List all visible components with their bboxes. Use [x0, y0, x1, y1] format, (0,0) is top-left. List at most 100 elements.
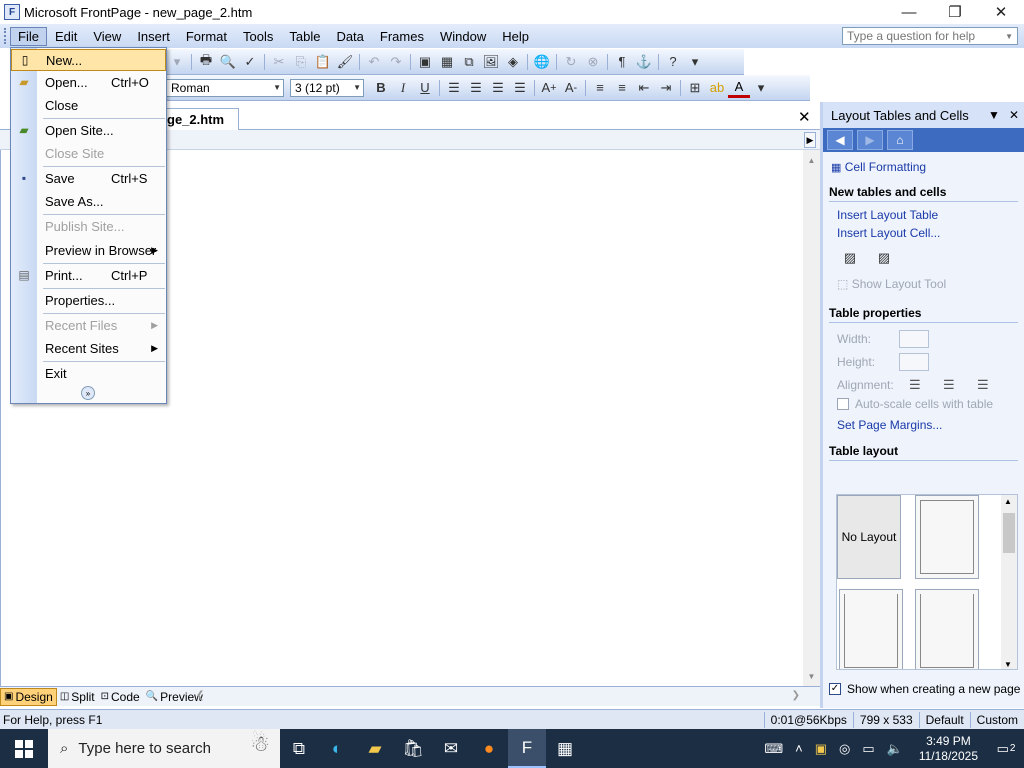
close-button[interactable]: ✕ — [978, 0, 1024, 24]
drawing-icon[interactable]: ◈ — [502, 52, 524, 72]
show-when-creating-option[interactable]: ✓ Show when creating a new page — [829, 682, 1020, 696]
tab-split[interactable]: ◫ Split — [57, 688, 98, 706]
refresh-icon[interactable]: ↻ — [560, 52, 582, 72]
forward-icon[interactable]: ▶ — [857, 130, 883, 150]
camera-icon[interactable]: ◎ — [833, 741, 856, 757]
tab-design[interactable]: ▣ Design — [0, 687, 57, 706]
spelling-icon[interactable]: ✓ — [239, 52, 261, 72]
task-pane-close-icon[interactable]: ✕ — [1004, 108, 1024, 122]
menu-item-save-as[interactable]: Save As... — [11, 190, 166, 212]
menu-data[interactable]: Data — [328, 27, 371, 46]
layout-single[interactable] — [915, 495, 979, 579]
close-document-icon[interactable]: ✕ — [798, 108, 811, 126]
network-icon[interactable]: ▭ — [856, 741, 880, 757]
autoscale-option[interactable]: Auto-scale cells with table — [829, 396, 1024, 412]
align-left-icon[interactable]: ☰ — [909, 377, 933, 393]
restore-button[interactable]: ❐ — [932, 0, 978, 24]
start-button[interactable] — [0, 729, 48, 768]
insert-layer-icon[interactable]: ⧉ — [458, 52, 480, 72]
chevron-right-icon[interactable]: ▶ — [804, 132, 816, 148]
menu-help[interactable]: Help — [494, 27, 537, 46]
borders-icon[interactable]: ⊞ — [684, 78, 706, 98]
show-when-creating-checkbox[interactable]: ✓ — [829, 683, 841, 695]
mode-custom[interactable]: Custom — [969, 711, 1024, 728]
copy-icon[interactable]: ⎘ — [290, 52, 312, 72]
print-icon[interactable]: 🖶 — [195, 52, 217, 72]
insert-picture-icon[interactable]: 🖼 — [480, 52, 502, 72]
underline-icon[interactable]: U — [414, 78, 436, 98]
chevron-down-icon[interactable]: ▼ — [1005, 32, 1013, 41]
task-view-icon[interactable]: ⧉ — [280, 729, 318, 768]
menu-view[interactable]: View — [85, 27, 129, 46]
scroll-down-icon[interactable]: ▼ — [803, 668, 820, 684]
file-explorer-icon[interactable]: ▰ — [356, 729, 394, 768]
insert-layout-cell-link[interactable]: Insert Layout Cell... — [829, 224, 1024, 242]
decrease-font-icon[interactable]: A- — [560, 78, 582, 98]
width-field[interactable] — [899, 329, 929, 348]
layout-columns-2[interactable] — [915, 589, 979, 669]
frontpage-app-icon[interactable]: F — [4, 4, 20, 20]
align-left-icon[interactable]: ☰ — [443, 78, 465, 98]
frontpage-taskbar-icon[interactable]: F — [508, 729, 546, 768]
show-all-icon[interactable]: ¶ — [611, 52, 633, 72]
scroll-down-icon[interactable]: ▼ — [1004, 660, 1012, 669]
height-field[interactable] — [899, 352, 929, 371]
layout-columns-1[interactable] — [839, 589, 903, 669]
italic-icon[interactable]: I — [392, 78, 414, 98]
scroll-up-icon[interactable]: ▲ — [803, 152, 820, 168]
menu-format[interactable]: Format — [178, 27, 235, 46]
help-icon[interactable]: ? — [662, 52, 684, 72]
redo-icon[interactable]: ↷ — [385, 52, 407, 72]
align-center-icon[interactable]: ☰ — [465, 78, 487, 98]
font-size-select[interactable]: 3 (12 pt) ▼ — [290, 78, 364, 97]
cell-formatting-link[interactable]: ▦ Cell Formatting — [829, 158, 1024, 177]
menu-file[interactable]: File — [10, 26, 47, 46]
increase-font-icon[interactable]: A + — [538, 78, 560, 98]
web-component-icon[interactable]: ▣ — [414, 52, 436, 72]
draw-layout-cell-icon[interactable]: ▨ — [873, 248, 895, 268]
align-center-icon[interactable]: ☰ — [943, 377, 967, 393]
back-icon[interactable]: ◀ — [827, 130, 853, 150]
toolbar-options-icon[interactable]: ▾ — [684, 52, 706, 72]
home-icon[interactable]: ⌂ — [887, 130, 913, 150]
toolbar-options-icon[interactable]: ▾ — [750, 78, 772, 98]
show-layout-tool[interactable]: ⬚ Show Layout Tool — [829, 276, 1024, 292]
menu-item-open-site[interactable]: ▰ Open Site... — [11, 119, 166, 141]
download-time[interactable]: 0:01@56Kbps — [763, 711, 853, 728]
edge-icon[interactable]: ◐ — [318, 729, 356, 768]
stop-icon[interactable]: ⊗ — [582, 52, 604, 72]
gallery-scrollbar[interactable]: ▲ ▼ — [1001, 495, 1017, 669]
page-size[interactable]: 799 x 533 — [852, 711, 919, 728]
undo-icon[interactable]: ↶ — [363, 52, 385, 72]
keyboard-icon[interactable]: ⌨ — [758, 741, 789, 757]
menu-item-close[interactable]: Close — [11, 94, 166, 116]
align-right-icon[interactable]: ☰ — [487, 78, 509, 98]
cut-icon[interactable]: ✂ — [268, 52, 290, 72]
vertical-scrollbar[interactable]: ▲ ▼ — [803, 150, 820, 686]
expand-menu-icon[interactable]: » — [81, 386, 95, 400]
format-painter-icon[interactable]: 🖌 — [334, 52, 356, 72]
print-preview-icon[interactable]: 🔍 — [217, 52, 239, 72]
increase-indent-icon[interactable]: ⇥ — [655, 78, 677, 98]
scroll-left-icon[interactable]: ❮ — [196, 690, 204, 701]
mail-icon[interactable]: ✉ — [432, 729, 470, 768]
clock[interactable]: 3:49 PM 11/18/2025 — [909, 734, 988, 764]
mode-default[interactable]: Default — [918, 711, 970, 728]
menu-window[interactable]: Window — [432, 27, 494, 46]
menu-item-recent-sites[interactable]: Recent Sites ▶ — [11, 337, 166, 359]
bulleted-list-icon[interactable]: ≡ — [611, 78, 633, 98]
insert-table-icon[interactable]: ▦ — [436, 52, 458, 72]
autoscale-checkbox[interactable] — [837, 398, 849, 410]
new-dropdown-icon[interactable]: ▾ — [166, 52, 188, 72]
menu-item-open[interactable]: ▰ Open... Ctrl+O — [11, 71, 166, 93]
menu-item-new[interactable]: ▯ New... — [11, 49, 166, 71]
tab-code[interactable]: ⊡ Code — [98, 688, 143, 706]
menu-item-exit[interactable]: Exit — [11, 362, 166, 384]
scroll-right-icon[interactable]: ❯ — [792, 690, 800, 701]
insert-layout-table-link[interactable]: Insert Layout Table — [829, 206, 1024, 224]
menu-item-publish-site[interactable]: Publish Site... — [11, 215, 166, 237]
layout-none[interactable]: No Layout — [837, 495, 901, 579]
menu-item-print[interactable]: ▤ Print... Ctrl+P — [11, 264, 166, 286]
menu-item-preview-in-browser[interactable]: Preview in Browser ▶ — [11, 239, 166, 261]
menu-table[interactable]: Table — [281, 27, 328, 46]
